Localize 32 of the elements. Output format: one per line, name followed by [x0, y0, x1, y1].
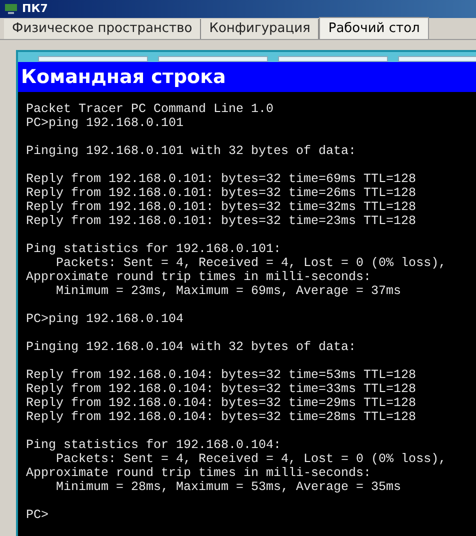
terminal-line: Approximate round trip times in milli-seconds: [26, 270, 372, 284]
terminal-line: Ping statistics for 192.168.0.104: [26, 438, 282, 452]
terminal-line: PC>ping 192.168.0.104 [26, 312, 184, 326]
tab[interactable]: Рабочий стол [319, 17, 429, 39]
tab[interactable]: Физическое пространство [4, 19, 202, 39]
toolbar-button[interactable] [38, 56, 148, 62]
terminal-line: PC> [26, 508, 49, 522]
computer-icon [4, 3, 18, 15]
terminal-line: Reply from 192.168.0.104: bytes=32 time=53ms TTL=128 [26, 368, 416, 382]
terminal-line: Minimum = 28ms, Maximum = 53ms, Average = 35ms [55, 480, 402, 494]
terminal-line: Reply from 192.168.0.101: bytes=32 time=26ms TTL=128 [26, 186, 416, 200]
toolbar-button[interactable] [398, 56, 476, 62]
terminal-line: Packets: Sent = 4, Received = 4, Lost = 0 (0% loss), [55, 256, 446, 270]
terminal-line: Minimum = 23ms, Maximum = 69ms, Average = 37ms [55, 284, 402, 298]
terminal-line: Reply from 192.168.0.104: bytes=32 time=29ms TTL=128 [26, 396, 416, 410]
terminal-line: Ping statistics for 192.168.0.101: [26, 242, 282, 256]
terminal-line: PC>ping 192.168.0.101 [26, 116, 184, 130]
tab[interactable]: Конфигурация [201, 19, 320, 39]
terminal-line: Reply from 192.168.0.104: bytes=32 time=28ms TTL=128 [26, 410, 416, 424]
terminal-line: Packets: Sent = 4, Received = 4, Lost = 0 (0% loss), [55, 452, 446, 466]
terminal-line: Reply from 192.168.0.104: bytes=32 time=33ms TTL=128 [26, 382, 416, 396]
terminal-line: Reply from 192.168.0.101: bytes=32 time=32ms TTL=128 [26, 200, 416, 214]
terminal-line: Packet Tracer PC Command Line 1.0 [26, 102, 274, 116]
toolbar-button[interactable] [278, 56, 388, 62]
terminal-line: Approximate round trip times in milli-seconds: [26, 466, 372, 480]
panel-title: Командная строка [21, 64, 226, 90]
terminal-line: Reply from 192.168.0.101: bytes=32 time=23ms TTL=128 [26, 214, 416, 228]
terminal-line: Pinging 192.168.0.104 with 32 bytes of data: [26, 340, 356, 354]
terminal-line: Pinging 192.168.0.101 with 32 bytes of data: [26, 144, 356, 158]
window-title: ПК7 [22, 0, 48, 17]
terminal-line: Reply from 192.168.0.101: bytes=32 time=69ms TTL=128 [26, 172, 416, 186]
toolbar-button[interactable] [158, 56, 268, 62]
